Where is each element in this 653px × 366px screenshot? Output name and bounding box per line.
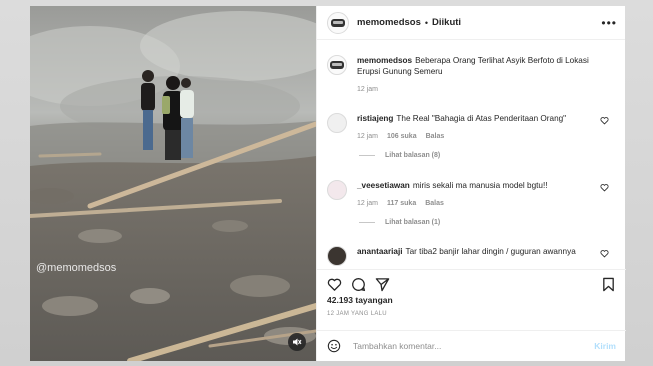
view-replies-button[interactable]: Lihat balasan (1) xyxy=(359,219,617,226)
comment-composer: Kirim xyxy=(317,330,626,361)
heart-icon[interactable] xyxy=(327,277,342,292)
caption-avatar[interactable] xyxy=(327,55,347,75)
author-username[interactable]: memomedsos xyxy=(357,17,421,28)
caption: memomedsos Beberapa Orang Terlihat Asyik … xyxy=(327,55,617,93)
list-item: ristiajeng The Real "Bahagia di Atas Pend… xyxy=(327,113,617,159)
smiley-icon[interactable] xyxy=(327,339,341,353)
comment-text: ristiajeng The Real "Bahagia di Atas Pend… xyxy=(357,113,599,124)
caption-meta: 12 jam xyxy=(357,86,599,93)
speaker-muted-icon xyxy=(293,338,302,346)
comment-meta: 12 jam 117 suka Balas xyxy=(357,200,599,207)
header-separator: • xyxy=(424,17,429,28)
comment-username[interactable]: _veesetiawan xyxy=(357,181,410,190)
comment-input[interactable] xyxy=(353,341,573,351)
commenter-avatar[interactable] xyxy=(327,180,347,200)
list-item: anantaariaji Tar tiba2 banjir lahar dingi… xyxy=(327,246,617,266)
comment-text: anantaariaji Tar tiba2 banjir lahar dingi… xyxy=(357,246,599,257)
bookmark-icon[interactable] xyxy=(601,277,616,292)
follow-status-button[interactable]: Diikuti xyxy=(432,17,461,28)
comment-body: Tar tiba2 banjir lahar dingin / guguran … xyxy=(405,247,576,256)
comment-time[interactable]: 12 jam xyxy=(357,133,378,140)
caption-text: memomedsos Beberapa Orang Terlihat Asyik … xyxy=(357,55,599,77)
caption-time[interactable]: 12 jam xyxy=(357,86,378,93)
paper-plane-icon[interactable] xyxy=(375,277,390,292)
send-comment-button[interactable]: Kirim xyxy=(594,341,616,351)
commenter-avatar[interactable] xyxy=(327,113,347,133)
caption-username[interactable]: memomedsos xyxy=(357,56,412,65)
comment-username[interactable]: ristiajeng xyxy=(357,114,393,123)
comment-likes[interactable]: 106 suka xyxy=(387,133,417,140)
post-timestamp[interactable]: 12 JAM YANG LALU xyxy=(327,311,387,317)
post-video[interactable]: @memomedsos xyxy=(30,6,316,361)
video-frame xyxy=(30,6,316,361)
view-count[interactable]: 42.193 tayangan xyxy=(327,295,393,305)
heart-icon[interactable] xyxy=(600,116,609,125)
comment-likes[interactable]: 117 suka xyxy=(387,200,416,207)
reply-button[interactable]: Balas xyxy=(425,200,444,207)
comment-icon[interactable] xyxy=(351,277,366,292)
list-item: _veesetiawan miris sekali ma manusia mode… xyxy=(327,180,617,226)
post-side-panel: memomedsos • Diikuti ••• memomedsos Beber… xyxy=(316,6,626,361)
reply-button[interactable]: Balas xyxy=(426,133,445,140)
comments-list[interactable]: memomedsos Beberapa Orang Terlihat Asyik … xyxy=(317,41,626,269)
comment-body: miris sekali ma manusia model bgtu!! xyxy=(412,181,548,190)
comment-time[interactable]: 12 jam xyxy=(357,200,378,207)
post-header: memomedsos • Diikuti ••• xyxy=(317,6,625,40)
commenter-avatar[interactable] xyxy=(327,246,347,266)
comment-username[interactable]: anantaariaji xyxy=(357,247,403,256)
comment-body: The Real "Bahagia di Atas Penderitaan Or… xyxy=(396,114,567,123)
mute-button[interactable] xyxy=(288,333,306,351)
heart-icon[interactable] xyxy=(600,249,609,258)
more-options-icon[interactable]: ••• xyxy=(601,16,617,30)
comment-meta: 12 jam 106 suka Balas xyxy=(357,133,599,140)
comment-text: _veesetiawan miris sekali ma manusia mode… xyxy=(357,180,599,191)
view-replies-button[interactable]: Lihat balasan (8) xyxy=(359,152,617,159)
author-avatar[interactable] xyxy=(327,11,349,34)
heart-icon[interactable] xyxy=(600,183,609,192)
people-figures xyxy=(141,70,194,160)
video-watermark: @memomedsos xyxy=(36,262,117,274)
